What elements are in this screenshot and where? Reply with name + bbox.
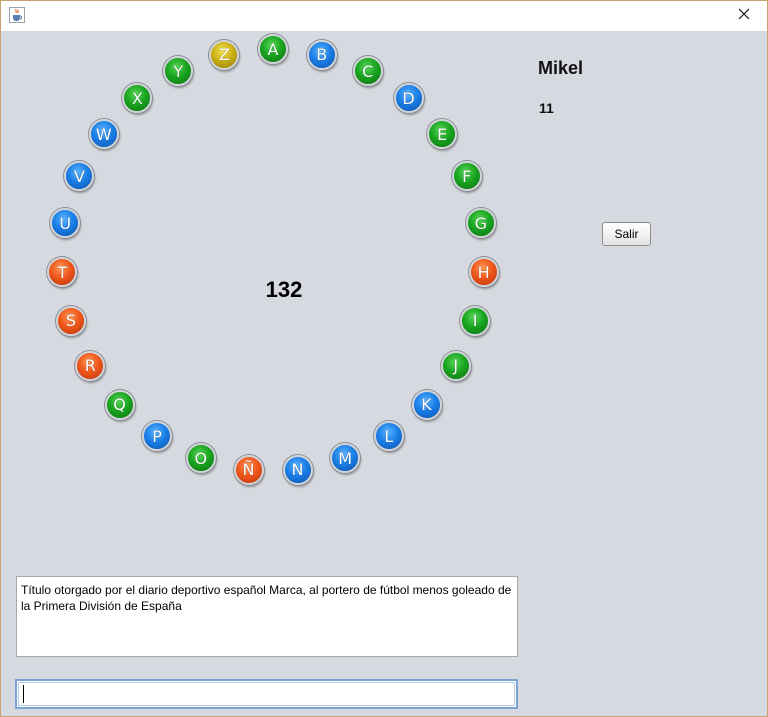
game-panel: ABCDEFGHIJKLMNÑOPQRSTUVWXYZ 132 Mikel 11…: [1, 31, 767, 716]
score-counter: 132: [265, 277, 303, 302]
letter-bubble: O: [185, 443, 216, 474]
letter-bubble: V: [64, 161, 95, 192]
clue-text-area: Título otorgado por el diario deportivo …: [16, 576, 518, 657]
letter-bubble: L: [373, 421, 404, 452]
title-bar: [1, 1, 767, 31]
letter-bubble: C: [352, 56, 383, 87]
letter-bubble: E: [427, 119, 458, 149]
text-caret: [23, 685, 24, 703]
letter-bubble: A: [258, 34, 288, 64]
letter-bubble: S: [55, 305, 86, 336]
letter-bubble: F: [451, 161, 482, 192]
letter-bubble: J: [440, 350, 471, 381]
letter-bubble: R: [75, 350, 106, 381]
letter-bubble: Z: [209, 39, 240, 70]
letter-bubble: N: [282, 454, 313, 485]
letter-bubble: X: [122, 83, 153, 114]
letter-bubble: Q: [104, 389, 135, 420]
letter-bubble: P: [142, 421, 173, 452]
close-button[interactable]: [721, 1, 767, 31]
letter-bubble: I: [460, 305, 491, 336]
letter-bubble: W: [88, 119, 119, 149]
letter-bubble: D: [393, 83, 424, 114]
letter-bubble: T: [47, 257, 78, 288]
close-icon: [738, 7, 750, 25]
letter-bubble: H: [468, 257, 499, 288]
app-window: ABCDEFGHIJKLMNÑOPQRSTUVWXYZ 132 Mikel 11…: [0, 0, 768, 717]
java-cup-icon: [9, 7, 25, 23]
letter-bubble: U: [50, 208, 81, 239]
letter-bubble: M: [330, 443, 361, 474]
letter-bubble: K: [411, 389, 442, 420]
letter-bubble: G: [465, 208, 496, 239]
player-name: Mikel: [538, 58, 584, 78]
exit-button[interactable]: Salir: [602, 222, 651, 246]
answer-input[interactable]: [15, 679, 518, 709]
letter-bubble: Ñ: [233, 454, 264, 485]
letter-bubble: Y: [163, 56, 194, 87]
letter-bubble: B: [306, 39, 337, 70]
player-hits-count: 11: [539, 100, 554, 116]
